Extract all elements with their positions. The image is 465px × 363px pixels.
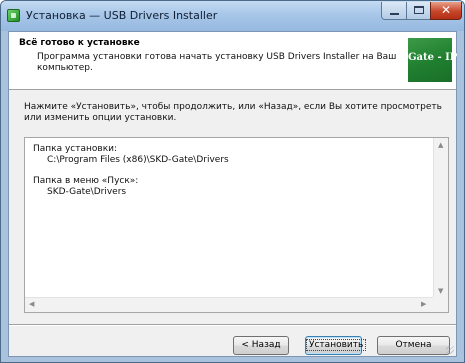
ready-memo[interactable]: Папка установки: C:\Program Files (x86)\…	[24, 137, 449, 313]
install-button-label: Установить	[306, 339, 367, 351]
scroll-right-icon[interactable]: ▶	[421, 301, 426, 308]
scroll-up-icon[interactable]: ▲	[438, 142, 443, 149]
close-button[interactable]: ✕	[430, 2, 462, 20]
horizontal-scrollbar[interactable]: ◀ ▶	[25, 297, 433, 312]
vertical-scrollbar[interactable]: ▲ ▼	[433, 138, 448, 299]
dest-dir-label: Папка установки:	[33, 144, 118, 154]
page-subtitle: Программа установки готова начать устано…	[37, 52, 397, 73]
close-icon: ✕	[440, 3, 452, 17]
maximize-button[interactable]	[406, 2, 431, 20]
page-title: Всё готово к установке	[19, 38, 140, 48]
start-menu-value: SKD-Gate\Drivers	[47, 187, 127, 197]
title-bar[interactable]: Установка — USB Drivers Installer ✕	[1, 1, 464, 31]
app-icon	[7, 9, 20, 22]
minimize-button[interactable]	[381, 2, 407, 20]
intro-text: Нажмите «Установить», чтобы продолжить, …	[24, 102, 442, 123]
wizard-header: Всё готово к установке Программа установ…	[9, 32, 458, 90]
install-button[interactable]: Установить	[305, 336, 367, 355]
start-menu-label: Папка в меню «Пуск»:	[33, 176, 139, 186]
minimize-icon	[390, 13, 399, 15]
scrollbar-corner	[433, 297, 448, 312]
logo-text: Gate - IP	[408, 52, 458, 63]
back-button[interactable]: < Назад	[233, 336, 289, 355]
scroll-down-icon[interactable]: ▼	[438, 288, 443, 295]
window-title: Установка — USB Drivers Installer	[26, 9, 218, 22]
scroll-left-icon[interactable]: ◀	[29, 301, 34, 308]
resize-grip[interactable]	[446, 346, 454, 354]
cancel-button[interactable]: Отмена	[377, 336, 450, 355]
wizard-logo: Gate - IP	[408, 38, 458, 82]
dest-dir-value: C:\Program Files (x86)\SKD-Gate\Drivers	[47, 155, 229, 165]
installer-window: Установка — USB Drivers Installer ✕ Всё …	[0, 0, 465, 363]
wizard-page: Всё готово к установке Программа установ…	[8, 31, 457, 357]
footer-divider	[9, 324, 456, 326]
maximize-icon	[414, 6, 424, 14]
